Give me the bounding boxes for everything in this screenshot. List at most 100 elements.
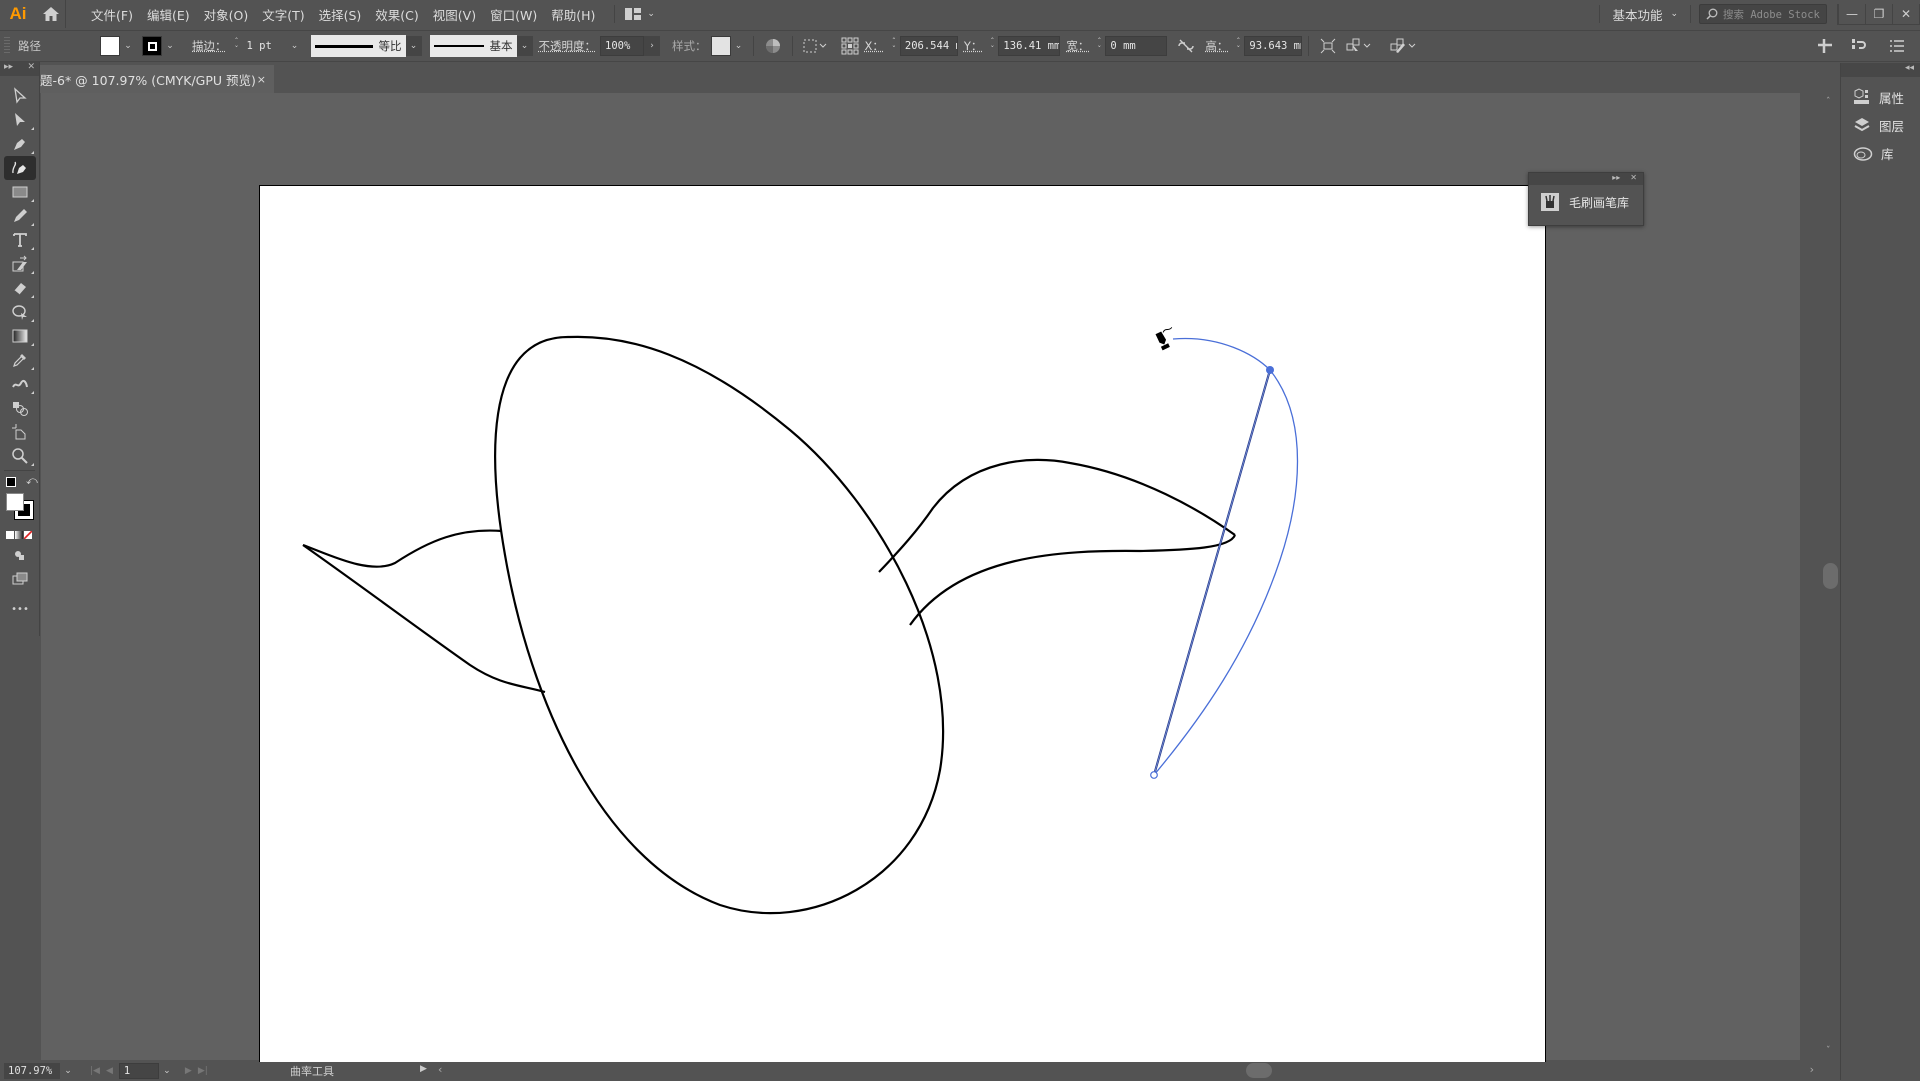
menu-edit[interactable]: 编辑(E): [140, 5, 197, 24]
gradient-mode-button[interactable]: [15, 531, 23, 539]
rectangle-tool[interactable]: [4, 180, 36, 204]
swap-colors-icon[interactable]: ⤺: [26, 474, 38, 488]
first-artboard-button[interactable]: |◀: [90, 1066, 100, 1076]
brush-dropdown[interactable]: ⌄: [516, 36, 533, 56]
artboard-number-field[interactable]: 1: [118, 1063, 159, 1079]
reference-point-button[interactable]: [837, 34, 863, 58]
variable-width-profile[interactable]: 等比: [310, 35, 406, 57]
opacity-field[interactable]: 100%: [600, 36, 644, 56]
toggle-panel-button[interactable]: [1848, 34, 1874, 58]
fill-swatch[interactable]: [100, 36, 120, 56]
restore-button[interactable]: ❐: [1865, 3, 1892, 24]
menu-help[interactable]: 帮助(H): [544, 5, 602, 24]
stroke-label[interactable]: 描边：: [192, 38, 227, 54]
home-button[interactable]: [36, 0, 66, 28]
recolor-artwork-button[interactable]: [760, 34, 786, 58]
stroke-weight-field[interactable]: 1 pt: [243, 36, 287, 56]
color-mode-button[interactable]: [6, 531, 14, 539]
fill-color-box[interactable]: [6, 493, 24, 511]
scroll-right-icon[interactable]: ›: [1810, 1063, 1814, 1076]
close-panel-icon[interactable]: ✕: [1630, 173, 1637, 185]
stroke-weight-stepper[interactable]: ˆˇ: [231, 36, 243, 56]
opacity-label[interactable]: 不透明度：: [539, 38, 597, 54]
document-tab[interactable]: 题-6* @ 107.97% (CMYK/GPU 预览) ×: [38, 65, 274, 93]
screen-mode-button[interactable]: [4, 567, 36, 591]
height-label[interactable]: 高：: [1205, 38, 1228, 54]
none-mode-button[interactable]: [24, 531, 32, 539]
menu-file[interactable]: 文件(F): [84, 5, 140, 24]
puppet-warp-tool[interactable]: [4, 372, 36, 396]
menu-object[interactable]: 对象(O): [197, 5, 256, 24]
y-label[interactable]: Y：: [964, 38, 983, 54]
horizontal-scroll-thumb[interactable]: [1246, 1063, 1272, 1078]
properties-panel-button[interactable]: 属性: [1841, 83, 1920, 111]
collapse-icon[interactable]: ▸▸: [4, 62, 13, 76]
arrange-documents-button[interactable]: ⌄: [614, 5, 655, 23]
opacity-expand-button[interactable]: ›: [644, 36, 660, 56]
horizontal-scrollbar[interactable]: ‹ ›: [416, 1062, 1822, 1080]
panel-header[interactable]: ▸▸ ✕: [1529, 173, 1643, 185]
stroke-dropdown[interactable]: ⌄: [162, 36, 178, 56]
menu-select[interactable]: 选择(S): [312, 5, 369, 24]
vertical-scrollbar[interactable]: ˆ ˇ: [1822, 93, 1840, 1060]
x-label[interactable]: X：: [865, 38, 884, 54]
direct-selection-tool[interactable]: [4, 108, 36, 132]
eyedropper-tool[interactable]: [4, 348, 36, 372]
y-stepper[interactable]: ˆˇ: [986, 36, 998, 56]
menu-type[interactable]: 文字(T): [255, 5, 311, 24]
minimize-button[interactable]: —: [1838, 3, 1865, 24]
height-stepper[interactable]: ˆˇ: [1232, 36, 1244, 56]
align-options-button[interactable]: [799, 34, 831, 58]
layers-panel-button[interactable]: 图层: [1841, 111, 1920, 139]
width-field[interactable]: 0 mm: [1105, 36, 1168, 56]
menu-window[interactable]: 窗口(W): [483, 5, 544, 24]
workspace-switcher[interactable]: 基本功能 ⌄: [1599, 5, 1691, 23]
draw-mode-button[interactable]: [4, 543, 36, 567]
status-menu-button[interactable]: ▶: [420, 1064, 427, 1074]
current-tool-status[interactable]: 曲率工具: [290, 1063, 334, 1079]
fill-dropdown[interactable]: ⌄: [120, 36, 136, 56]
artboard-dropdown[interactable]: ⌄: [159, 1061, 175, 1081]
edit-mode-button[interactable]: [1385, 34, 1421, 58]
default-colors-icon[interactable]: [6, 477, 16, 487]
bristle-brush-library-item[interactable]: 毛刷画笔库: [1529, 185, 1643, 211]
blend-tool[interactable]: [4, 396, 36, 420]
zoom-dropdown[interactable]: ⌄: [60, 1061, 76, 1081]
edit-toolbar-button[interactable]: •••: [4, 597, 36, 621]
next-artboard-button[interactable]: ▶: [185, 1066, 192, 1076]
isolate-object-button[interactable]: [1341, 34, 1377, 58]
menu-view[interactable]: 视图(V): [426, 5, 483, 24]
x-field[interactable]: 206.544 m: [899, 36, 958, 56]
stock-search-input[interactable]: 搜索 Adobe Stock: [1699, 4, 1827, 24]
eraser-tool[interactable]: [4, 276, 36, 300]
vertical-scroll-thumb[interactable]: [1823, 563, 1838, 589]
zoom-level-field[interactable]: 107.97%: [4, 1063, 60, 1079]
style-dropdown[interactable]: ⌄: [731, 36, 747, 56]
close-window-button[interactable]: ✕: [1892, 3, 1919, 24]
arrange-panels-button[interactable]: [1812, 34, 1838, 58]
zoom-tool[interactable]: [4, 444, 36, 468]
scroll-down-icon[interactable]: ˇ: [1826, 1046, 1831, 1056]
scroll-up-icon[interactable]: ˆ: [1826, 97, 1831, 107]
pen-tool[interactable]: [4, 132, 36, 156]
shape-builder-tool[interactable]: [4, 300, 36, 324]
transform-button[interactable]: [1315, 34, 1341, 58]
close-panel-icon[interactable]: ✕: [27, 62, 35, 76]
profile-dropdown[interactable]: ⌄: [405, 36, 422, 56]
scale-tool[interactable]: [4, 252, 36, 276]
x-stepper[interactable]: ˆˇ: [888, 36, 900, 56]
width-label[interactable]: 宽：: [1066, 38, 1089, 54]
dock-collapse-icon[interactable]: ◂◂: [1841, 63, 1920, 77]
last-artboard-button[interactable]: ▶|: [198, 1066, 208, 1076]
constrain-proportions-button[interactable]: [1173, 34, 1199, 58]
artboard-tool[interactable]: [4, 420, 36, 444]
menu-effect[interactable]: 效果(C): [368, 5, 425, 24]
curvature-tool[interactable]: [4, 156, 36, 180]
collapse-panel-icon[interactable]: ▸▸: [1612, 173, 1620, 185]
stroke-swatch[interactable]: [142, 36, 162, 56]
close-document-icon[interactable]: ×: [257, 73, 266, 86]
artboard[interactable]: [259, 185, 1546, 1065]
type-tool[interactable]: [4, 228, 36, 252]
tools-panel-header[interactable]: ▸▸ ✕: [0, 62, 39, 76]
panel-menu-button[interactable]: [1884, 34, 1910, 58]
